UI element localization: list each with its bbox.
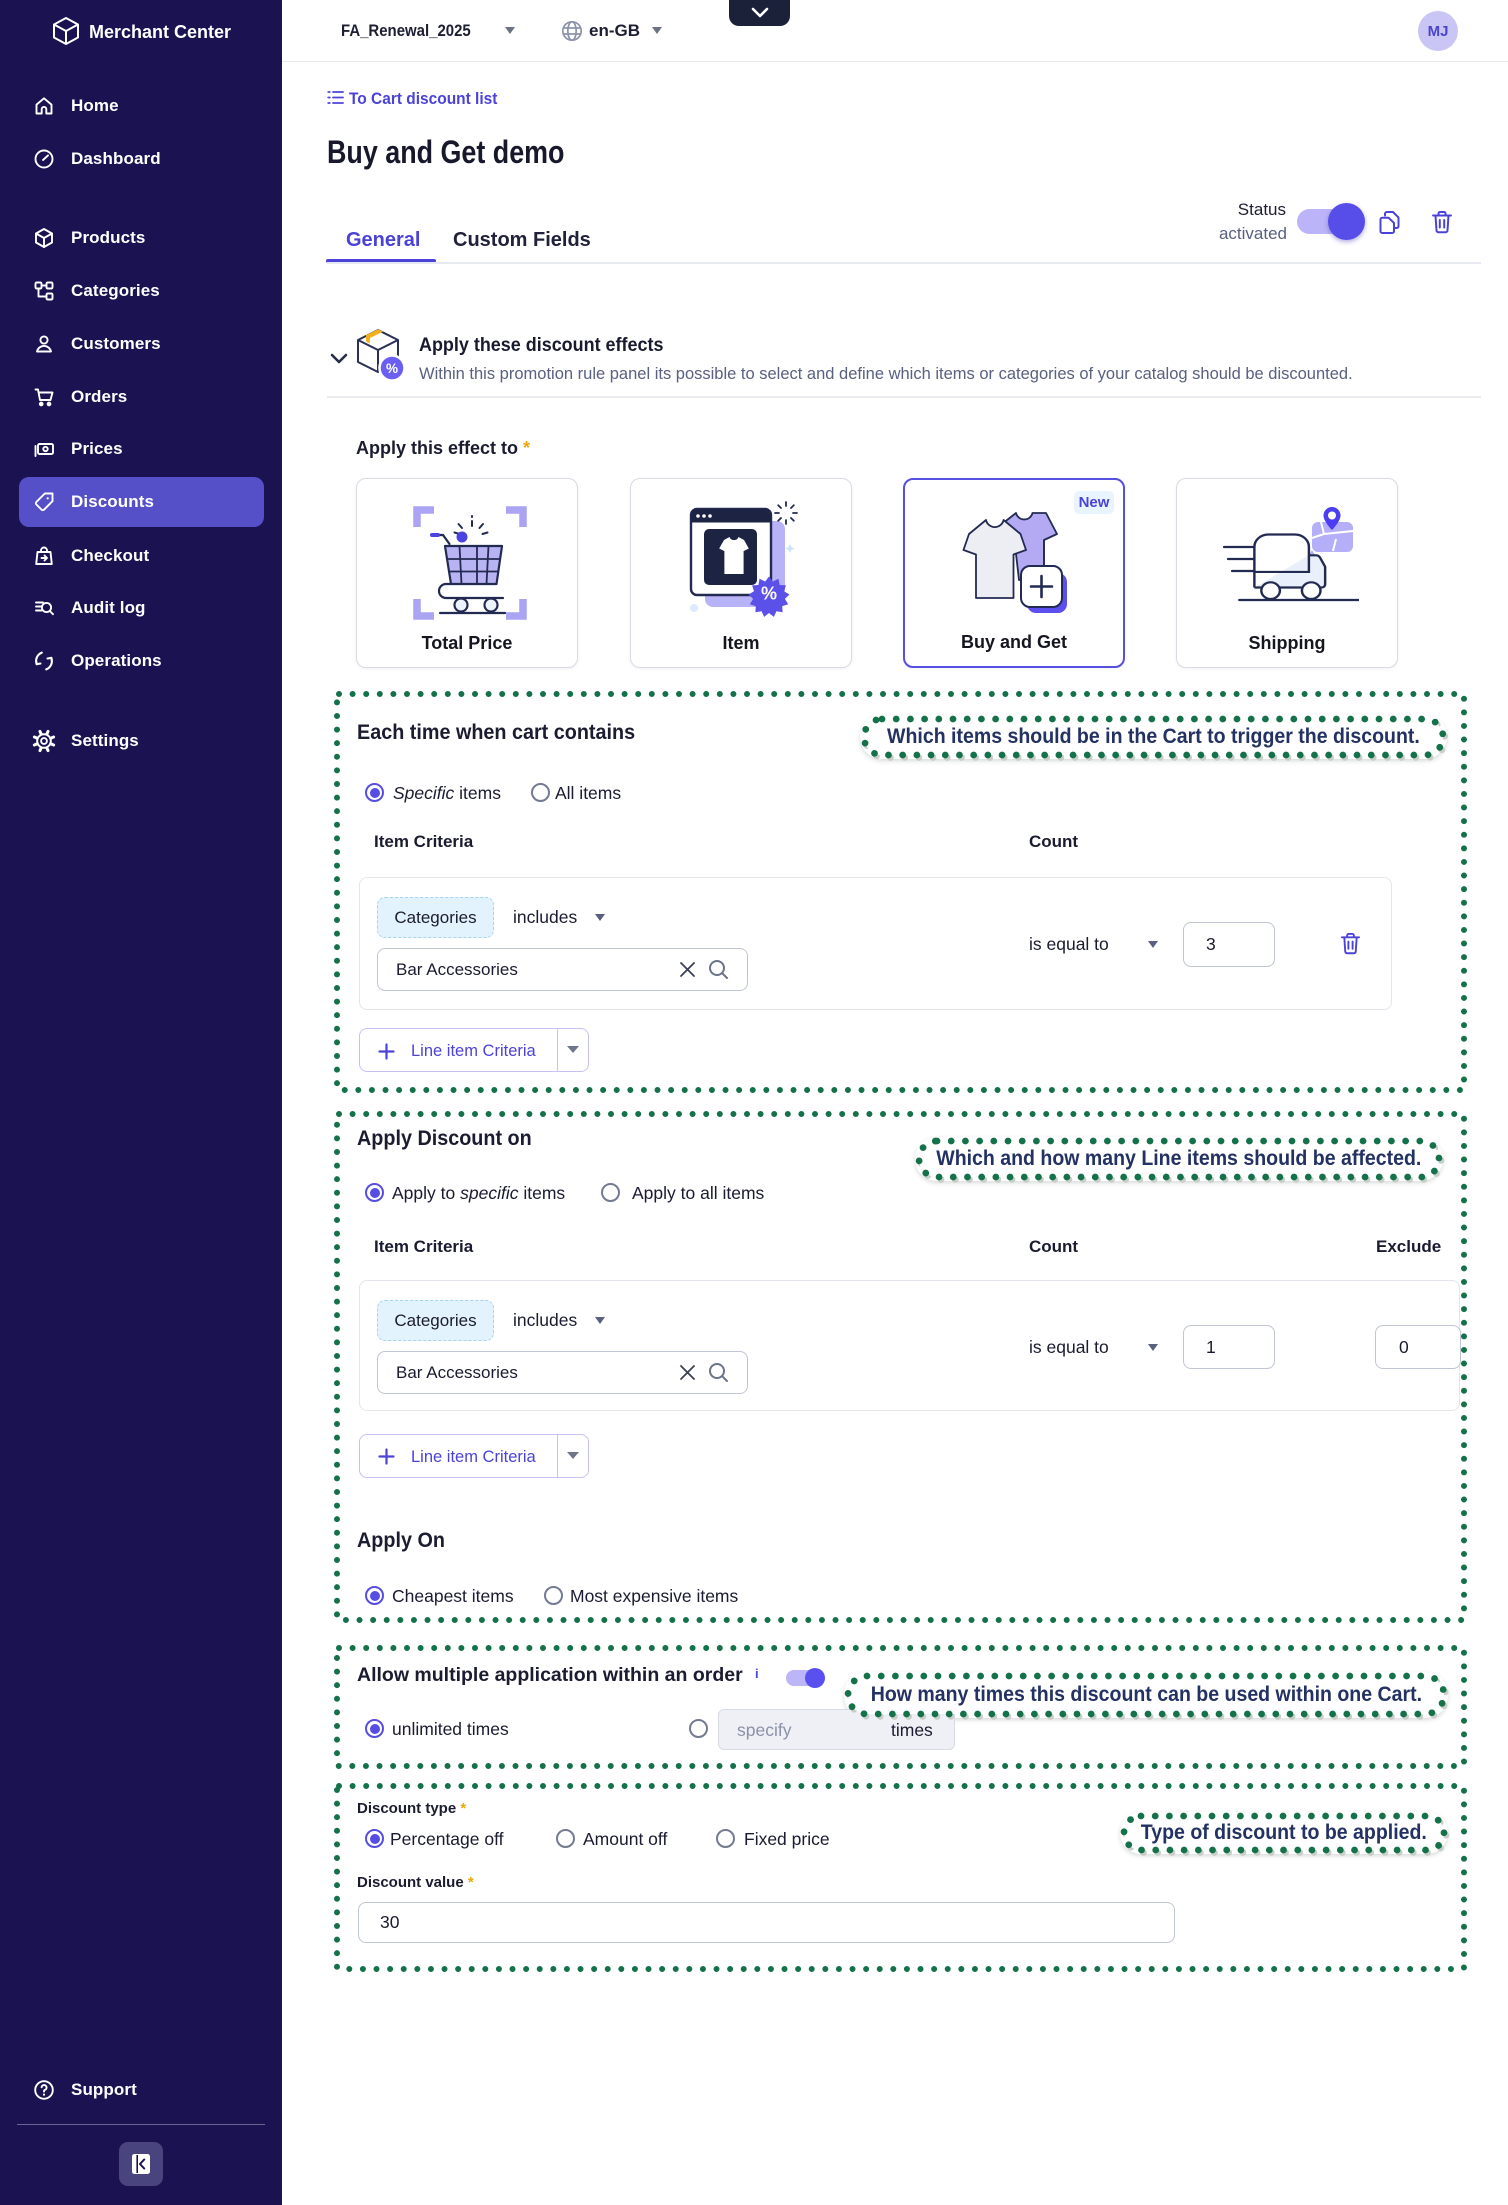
svg-text:%: % bbox=[761, 584, 777, 604]
svg-text:%: % bbox=[386, 361, 398, 376]
